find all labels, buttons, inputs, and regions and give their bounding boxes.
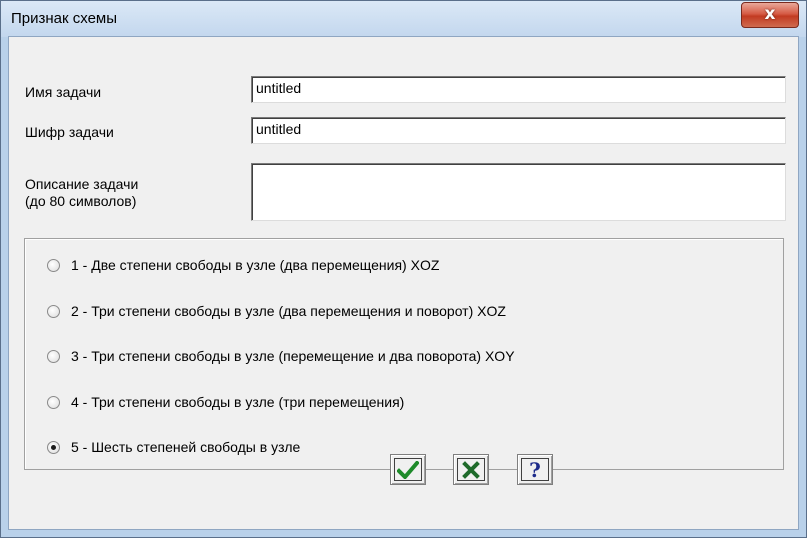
help-button-frame: ? xyxy=(521,458,549,481)
cancel-button-frame xyxy=(457,458,485,481)
cross-icon xyxy=(462,460,480,479)
scheme-option-3[interactable]: 3 - Три степени свободы в узле (перемеще… xyxy=(47,346,515,366)
scheme-option-2[interactable]: 2 - Три степени свободы в узле (два пере… xyxy=(47,301,506,321)
description-label-line2: (до 80 символов) xyxy=(25,193,137,209)
ok-button-frame xyxy=(394,458,422,481)
checkmark-icon xyxy=(397,460,419,479)
radio-button-selected[interactable] xyxy=(47,440,60,454)
ok-button[interactable] xyxy=(390,454,426,485)
description-label-line1: Описание задачи xyxy=(25,176,139,192)
help-button[interactable]: ? xyxy=(517,454,553,485)
task-name-label: Имя задачи xyxy=(25,84,102,100)
task-code-label: Шифр задачи xyxy=(25,124,114,140)
radio-button[interactable] xyxy=(47,349,60,363)
title-bar[interactable]: Признак схемы xyxy=(1,1,806,37)
scheme-option-1[interactable]: 1 - Две степени свободы в узле (два пере… xyxy=(47,255,439,275)
radio-button[interactable] xyxy=(47,304,60,318)
scheme-option-4[interactable]: 4 - Три степени свободы в узле (три пере… xyxy=(47,392,404,412)
task-code-input[interactable]: untitled xyxy=(251,117,786,144)
scheme-option-5[interactable]: 5 - Шесть степеней свободы в узле xyxy=(47,437,300,457)
cancel-button[interactable] xyxy=(453,454,489,485)
task-name-input[interactable]: untitled xyxy=(251,76,786,103)
radio-button[interactable] xyxy=(47,395,60,409)
close-icon: x xyxy=(764,4,776,24)
scheme-option-label: 3 - Три степени свободы в узле (перемеще… xyxy=(71,348,515,364)
dialog-title: Признак схемы xyxy=(11,10,118,27)
description-input[interactable] xyxy=(251,163,786,221)
radio-button[interactable] xyxy=(47,258,60,272)
scheme-option-label: 4 - Три степени свободы в узле (три пере… xyxy=(71,394,405,410)
scheme-option-label: 5 - Шесть степеней свободы в узле xyxy=(71,439,301,455)
close-button[interactable]: x xyxy=(741,2,799,28)
scheme-option-label: 1 - Две степени свободы в узле (два пере… xyxy=(71,257,440,273)
scheme-option-label: 2 - Три степени свободы в узле (два пере… xyxy=(71,303,506,319)
question-icon: ? xyxy=(529,457,541,482)
